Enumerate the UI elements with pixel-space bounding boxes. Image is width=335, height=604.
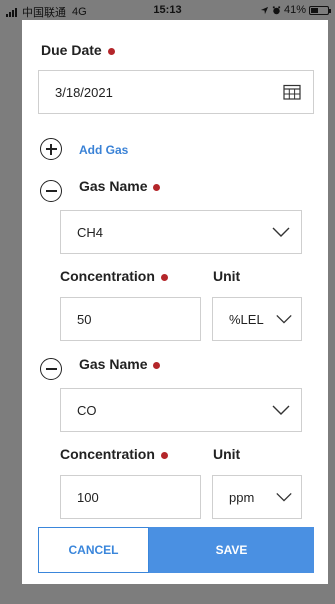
chevron-down-icon (276, 492, 292, 502)
concentration-input[interactable]: 50 (60, 297, 201, 341)
due-date-label-text: Due Date (41, 42, 102, 58)
gas-name-label: Gas Name (79, 356, 161, 372)
alarm-icon (272, 5, 281, 14)
concentration-label-text: Concentration (60, 268, 155, 284)
required-indicator (160, 451, 168, 459)
concentration-input[interactable]: 100 (60, 475, 201, 519)
chevron-down-icon (272, 227, 290, 237)
concentration-value: 50 (77, 311, 92, 327)
plus-circle-icon[interactable] (40, 138, 62, 160)
add-gas-form-card: Due Date 3/18/2021 Add Gas Gas Name CH4 … (22, 20, 328, 584)
required-indicator (153, 361, 161, 369)
cancel-button[interactable]: CANCEL (38, 527, 149, 573)
battery-fill (311, 7, 318, 13)
due-date-label: Due Date (41, 42, 115, 58)
chevron-down-icon (276, 314, 292, 324)
due-date-input[interactable]: 3/18/2021 (38, 70, 314, 114)
required-indicator (153, 183, 161, 191)
gas-name-select[interactable]: CO (60, 388, 302, 432)
gas-name-value: CH4 (77, 224, 104, 240)
gas-name-label-text: Gas Name (79, 356, 148, 372)
gas-name-value: CO (77, 402, 97, 418)
concentration-label-text: Concentration (60, 446, 155, 462)
battery-percent: 41% (283, 4, 306, 16)
gas-name-label-text: Gas Name (79, 178, 148, 194)
add-gas-link[interactable]: Add Gas (79, 143, 128, 157)
minus-circle-icon[interactable] (40, 180, 62, 202)
calendar-icon[interactable] (283, 84, 301, 100)
unit-select[interactable]: ppm (212, 475, 302, 519)
required-indicator (107, 47, 115, 55)
concentration-label: Concentration (60, 446, 168, 462)
unit-select[interactable]: %LEL (212, 297, 302, 341)
status-bar: 中国联通 4G 15:13 41% (0, 0, 335, 20)
gas-name-label: Gas Name (79, 178, 161, 194)
concentration-label: Concentration (60, 268, 168, 284)
unit-label: Unit (213, 446, 241, 462)
status-right: 41% (260, 4, 331, 16)
battery-icon (309, 5, 331, 15)
required-indicator (160, 273, 168, 281)
unit-label: Unit (213, 268, 241, 284)
due-date-value: 3/18/2021 (55, 84, 113, 100)
unit-value: ppm (229, 489, 255, 505)
gas-name-select[interactable]: CH4 (60, 210, 302, 254)
save-button[interactable]: SAVE (149, 527, 314, 573)
concentration-value: 100 (77, 489, 99, 505)
form-footer: CANCEL SAVE (38, 527, 314, 573)
location-arrow-icon (260, 6, 269, 14)
unit-value: %LEL (229, 311, 264, 327)
minus-circle-icon[interactable] (40, 358, 62, 380)
chevron-down-icon (272, 405, 290, 415)
